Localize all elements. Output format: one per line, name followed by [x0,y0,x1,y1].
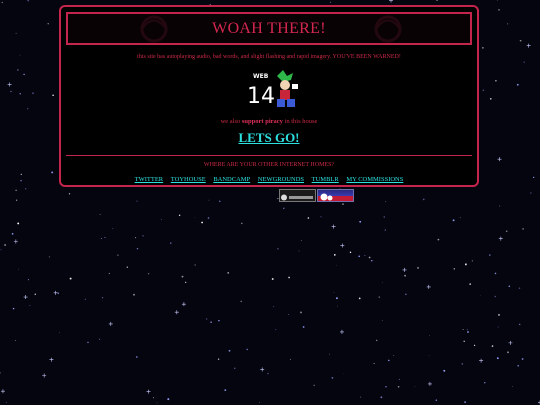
link-toyhouse[interactable]: TOYHOUSE [171,176,206,183]
flame-ornament-icon [140,15,168,43]
divider [66,155,472,156]
homes-heading: WHERE ARE YOUR OTHER INTERNET HOMES? [203,162,335,168]
main-panel: WOAH THERE! this site has autoplaying au… [59,5,479,187]
site-button-graphic [281,194,313,201]
link-tumblr[interactable]: TUMBLR [312,176,339,183]
header-banner: WOAH THERE! [66,12,472,45]
site-button[interactable] [279,189,316,202]
link-twitter[interactable]: TWITTER [135,176,164,183]
social-links: TWITTER TOYHOUSE BANDCAMP NEWGROUNDS TUM… [61,176,477,183]
svg-text:14: 14 [247,84,275,109]
flame-ornament-icon [374,15,402,43]
link-commissions[interactable]: MY COMMISSIONS [346,176,403,183]
site-button-graphic [320,193,333,201]
web14-character-badge: WEB 14 [247,70,298,109]
page-title: WOAH THERE! [212,19,326,37]
link-newgrounds[interactable]: NEWGROUNDS [258,176,304,183]
svg-text:WEB: WEB [253,73,269,80]
enter-site: LETS GO! [61,129,477,147]
site-button[interactable] [317,189,354,202]
link-bandcamp[interactable]: BANDCAMP [213,176,250,183]
piracy-note: we also support piracy in this house [220,118,318,125]
lets-go-link[interactable]: LETS GO! [238,130,299,145]
content-warning: this site has autoplaying audio, bad wor… [137,54,401,60]
